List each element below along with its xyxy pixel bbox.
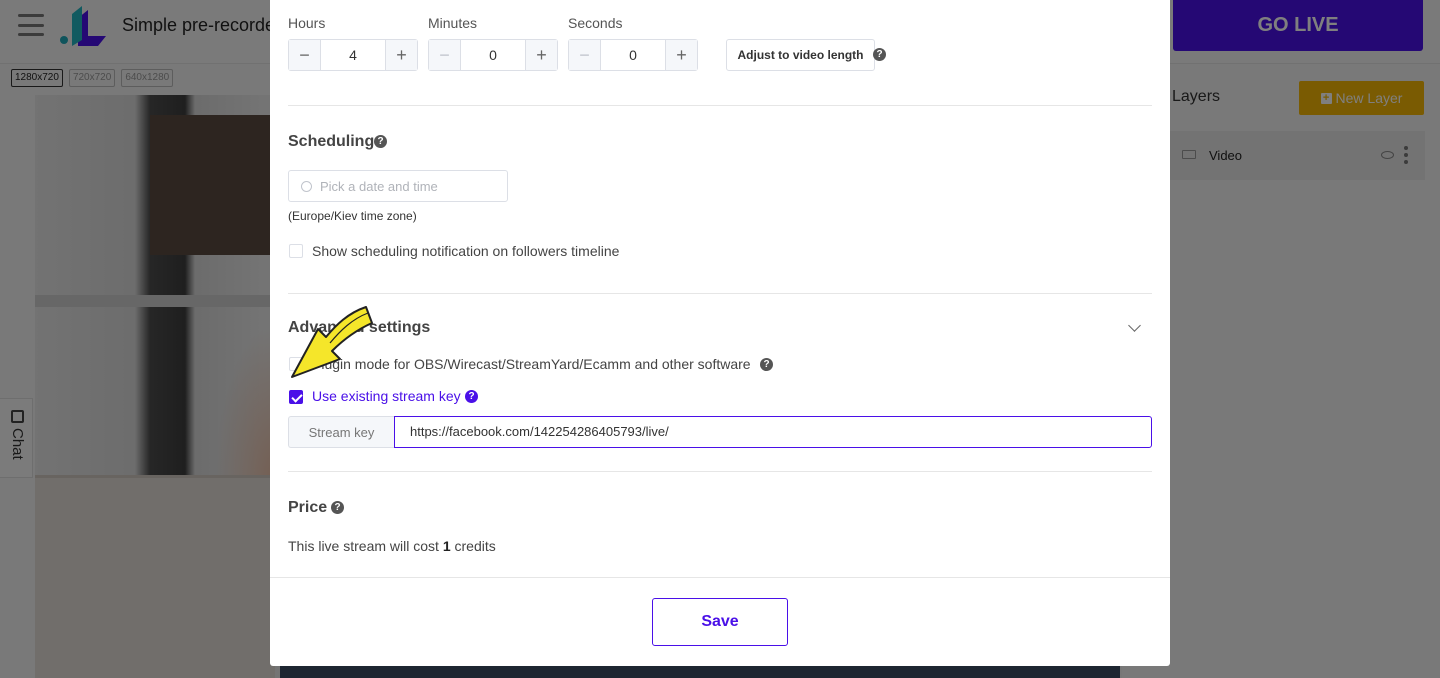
seconds-stepper: − 0 + — [568, 39, 698, 71]
price-text-before: This live stream will cost — [288, 538, 443, 554]
seconds-increase-button[interactable]: + — [665, 40, 697, 70]
help-icon[interactable]: ? — [331, 501, 344, 514]
hours-stepper: − 4 + — [288, 39, 418, 71]
date-placeholder: Pick a date and time — [320, 179, 438, 194]
seconds-decrease-button[interactable]: − — [569, 40, 601, 70]
stream-key-input[interactable]: https://facebook.com/142254286405793/liv… — [394, 416, 1152, 448]
minutes-label: Minutes — [428, 15, 478, 31]
help-icon[interactable]: ? — [760, 358, 773, 371]
scheduling-notification-checkbox[interactable] — [289, 244, 303, 258]
hours-increase-button[interactable]: + — [385, 40, 417, 70]
price-text-after: credits — [450, 538, 496, 554]
price-title: Price — [288, 499, 328, 516]
minutes-increase-button[interactable]: + — [525, 40, 557, 70]
existing-stream-key-label[interactable]: Use existing stream key — [312, 388, 461, 404]
schedule-date-input[interactable]: Pick a date and time — [288, 170, 508, 202]
stream-settings-modal: Hours Minutes Seconds − 4 + − 0 + − 0 + … — [270, 0, 1170, 666]
divider — [288, 471, 1152, 472]
seconds-input[interactable]: 0 — [601, 40, 665, 70]
seconds-label: Seconds — [568, 15, 623, 31]
minutes-input[interactable]: 0 — [461, 40, 525, 70]
footer-divider — [270, 577, 1170, 578]
divider — [288, 293, 1152, 294]
chevron-down-icon[interactable] — [1128, 319, 1141, 332]
clock-icon — [301, 181, 312, 192]
minutes-decrease-button[interactable]: − — [429, 40, 461, 70]
hours-label: Hours — [288, 15, 326, 31]
adjust-to-video-length-button[interactable]: Adjust to video length — [726, 39, 875, 71]
existing-stream-key-checkbox[interactable] — [289, 390, 303, 404]
scheduling-title: Scheduling — [288, 133, 375, 150]
help-icon[interactable]: ? — [465, 390, 478, 403]
scheduling-notification-label[interactable]: Show scheduling notification on follower… — [312, 243, 619, 259]
help-icon[interactable]: ? — [374, 135, 387, 148]
price-credits: 1 — [442, 538, 451, 554]
price-text: This live stream will cost 1 credits — [288, 538, 496, 554]
help-icon[interactable]: ? — [873, 48, 886, 61]
stream-key-group: Stream key https://facebook.com/14225428… — [288, 416, 1152, 448]
timezone-note: (Europe/Kiev time zone) — [288, 209, 417, 223]
hours-decrease-button[interactable]: − — [289, 40, 321, 70]
minutes-stepper: − 0 + — [428, 39, 558, 71]
stream-key-prepend: Stream key — [288, 416, 394, 448]
hours-input[interactable]: 4 — [321, 40, 385, 70]
arrow-icon — [291, 306, 373, 378]
save-button[interactable]: Save — [652, 598, 788, 646]
divider — [288, 105, 1152, 106]
